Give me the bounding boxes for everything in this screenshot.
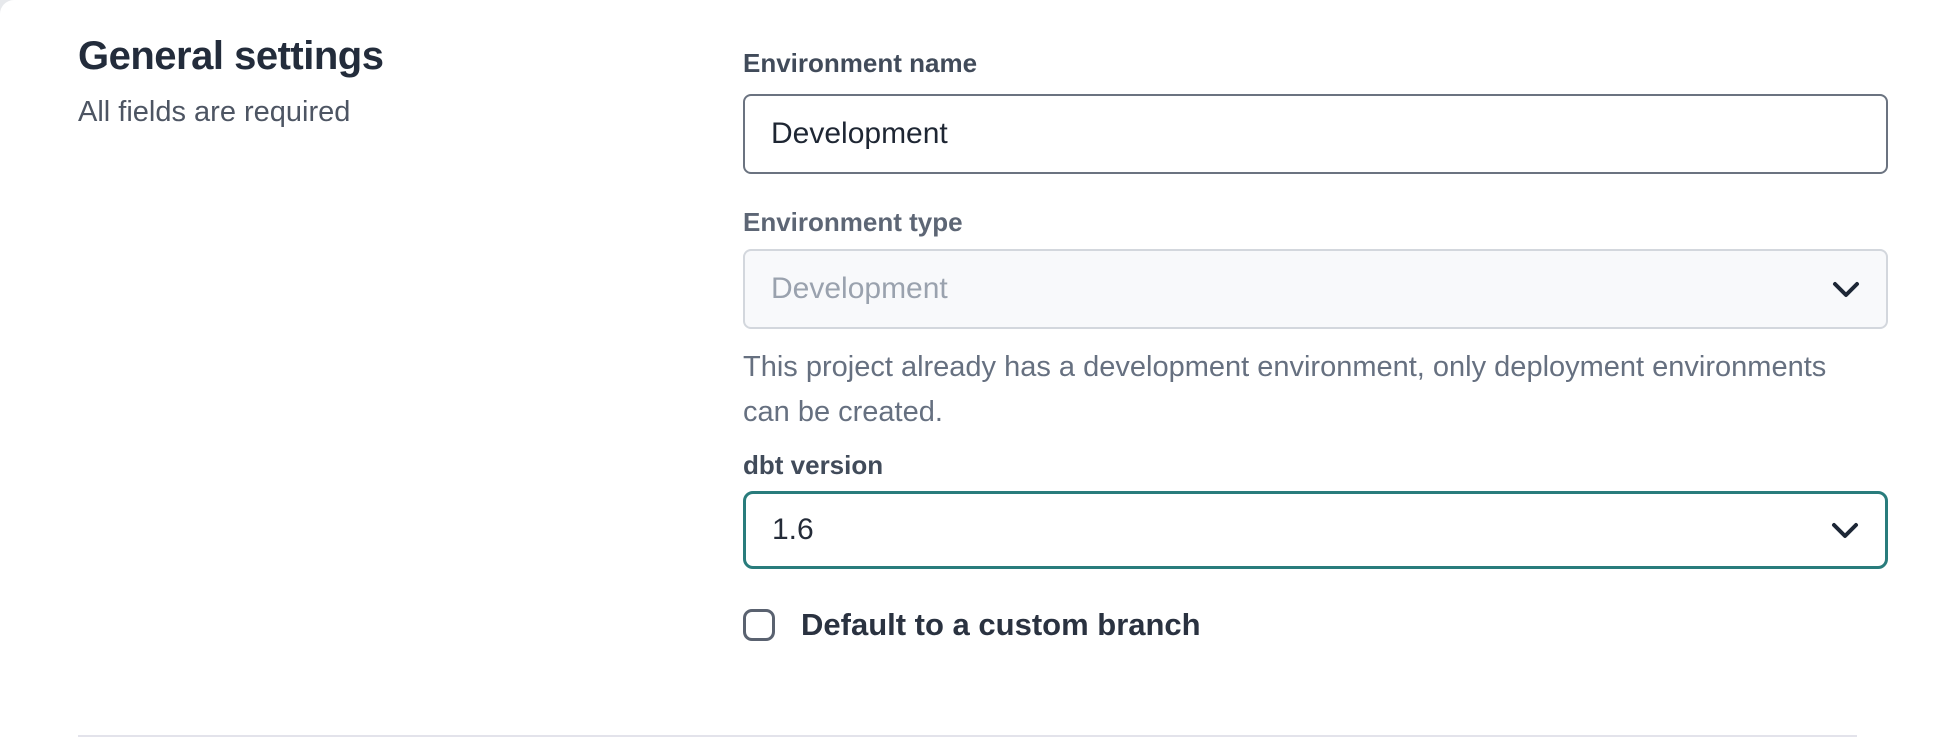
chevron-down-icon [1831, 522, 1859, 539]
custom-branch-checkbox[interactable] [743, 609, 775, 641]
environment-name-label: Environment name [743, 48, 1888, 78]
environment-type-label: Environment type [743, 207, 1888, 237]
settings-header: General settings All fields are required [0, 0, 743, 740]
dbt-version-label: dbt version [743, 450, 1888, 480]
chevron-down-icon [1832, 281, 1860, 298]
environment-type-select: Development [743, 249, 1888, 329]
dbt-version-selected-value: 1.6 [772, 513, 814, 547]
dbt-version-select[interactable]: 1.6 [743, 491, 1888, 569]
section-divider [78, 735, 1857, 737]
page-title: General settings [78, 32, 743, 80]
environment-type-selected-value: Development [771, 272, 948, 306]
page-subtitle: All fields are required [78, 94, 743, 130]
environment-settings-page: General settings All fields are required… [0, 0, 1958, 740]
environment-type-help: This project already has a development e… [743, 345, 1858, 435]
environment-name-input[interactable] [743, 94, 1888, 174]
custom-branch-field: Default to a custom branch [743, 607, 1888, 643]
settings-form: Environment name Environment type Develo… [743, 0, 1888, 740]
settings-card: General settings All fields are required… [0, 0, 1958, 740]
custom-branch-label[interactable]: Default to a custom branch [801, 607, 1201, 643]
